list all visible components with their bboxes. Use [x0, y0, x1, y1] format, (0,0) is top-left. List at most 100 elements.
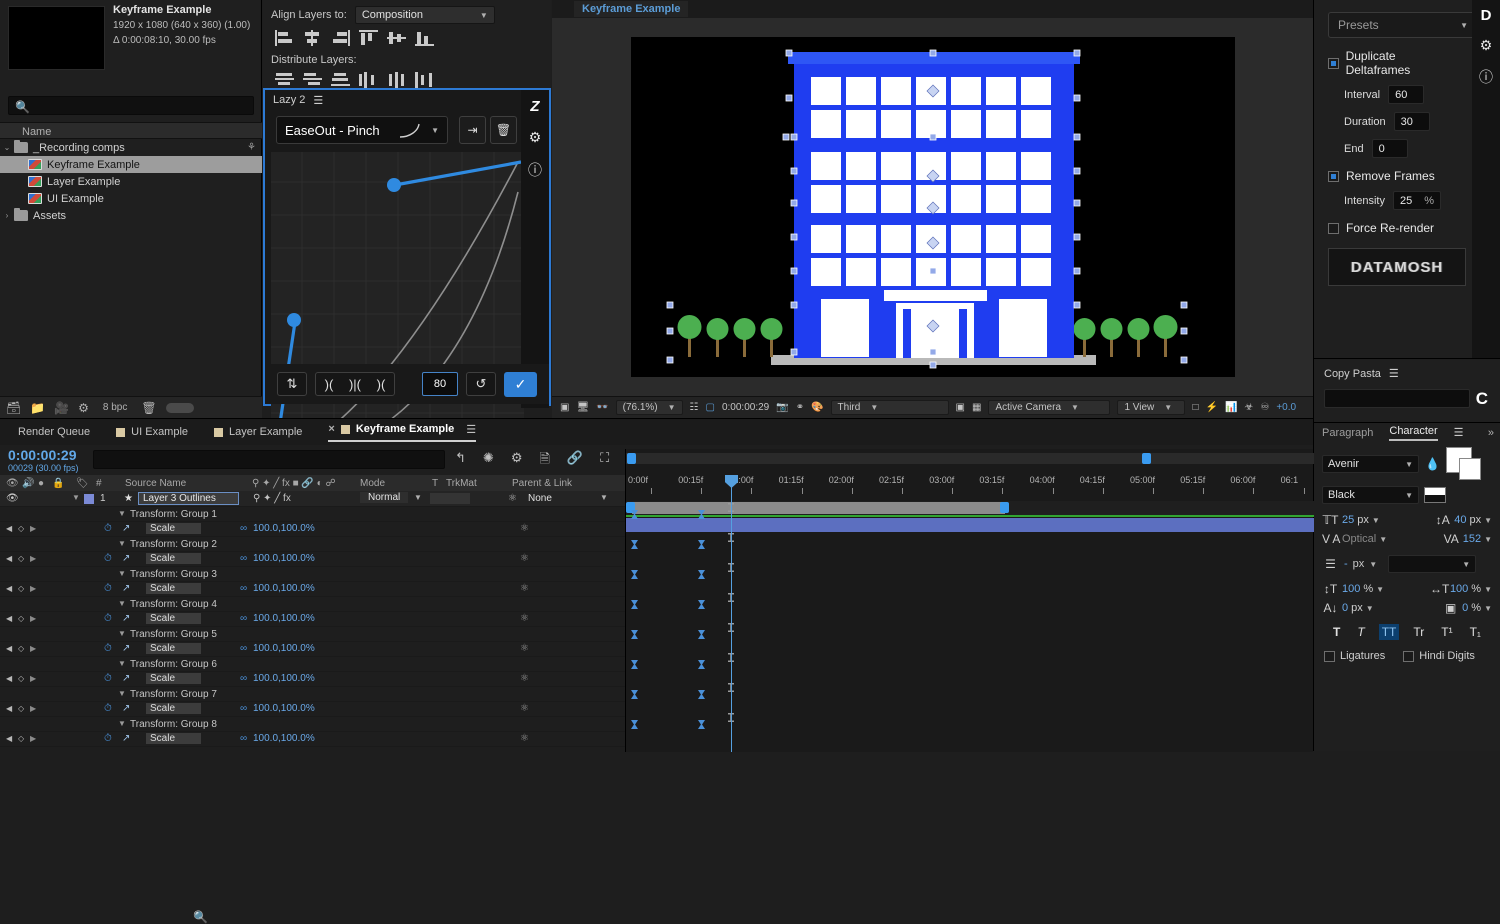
layer-name[interactable]: Layer 3 Outlines — [138, 492, 239, 505]
project-search-input[interactable]: 🔍 — [8, 96, 254, 115]
video-icon[interactable]: 👁 — [6, 478, 19, 489]
tracking-control[interactable]: VA 152 ▼ — [1443, 532, 1492, 546]
scale-property-row[interactable]: ◀◇▶⏱↗Scale∞100.0,100.0%⚛ — [0, 642, 625, 657]
twirl-icon[interactable]: ▼ — [118, 539, 126, 548]
property-value[interactable]: 100.0,100.0% — [253, 583, 315, 594]
style-small-caps-button[interactable]: Tr — [1410, 624, 1427, 640]
transform-group-row[interactable]: ▼Transform: Group 7 — [0, 687, 625, 702]
layer-row-1[interactable]: 👁 ▼ 1 ★ Layer 3 Outlines ⚲ ✦ ╱ fx Normal… — [0, 491, 625, 507]
keyframe-toggle-icon[interactable]: ◇ — [18, 644, 24, 653]
link-icon[interactable]: ∞ — [240, 673, 247, 684]
duplicate-deltaframes-row[interactable]: Duplicate Deltaframes — [1328, 49, 1458, 77]
stopwatch-icon[interactable]: ⏱ — [104, 733, 112, 744]
twirl-icon[interactable]: ▼ — [118, 629, 126, 638]
twirl-icon[interactable]: ▼ — [118, 599, 126, 608]
keyframe-toggle-icon[interactable]: ◇ — [18, 584, 24, 593]
grid-guides-icon[interactable]: ☷ — [690, 402, 699, 413]
vertical-scale-control[interactable]: ↕T 100 % ▼ — [1322, 582, 1384, 596]
gear-icon[interactable]: ⚙ — [529, 129, 542, 146]
duplicate-deltaframes-checkbox[interactable] — [1328, 58, 1339, 69]
twirl-icon[interactable]: ⌄ — [0, 143, 14, 152]
keyframe-marker[interactable] — [631, 630, 638, 639]
3d-glasses-icon[interactable]: 👓 — [596, 402, 608, 413]
ligatures-option[interactable]: Ligatures — [1324, 650, 1385, 662]
distribute-top-icon[interactable] — [275, 72, 294, 88]
main-viewer-icon[interactable]: 🖥 — [576, 402, 589, 413]
parent-pickwhip-icon[interactable]: ⚛ — [520, 673, 529, 684]
keyframe-marker[interactable] — [631, 720, 638, 729]
interval-input[interactable]: 60 — [1388, 85, 1424, 104]
project-settings-icon[interactable]: ⚙ — [78, 401, 89, 415]
apply-preset-button[interactable]: ⇥ — [459, 116, 486, 144]
keyframe-marker[interactable] — [698, 690, 705, 699]
property-name[interactable]: Scale — [146, 523, 201, 534]
fast-previews-icon[interactable]: ⚡ — [1205, 402, 1217, 413]
twirl-icon[interactable]: ▼ — [118, 659, 126, 668]
link-icon[interactable]: ∞ — [240, 703, 247, 714]
current-time-display[interactable]: 0:00:00:29 — [722, 402, 769, 413]
prev-keyframe-icon[interactable]: ◀ — [6, 584, 12, 593]
timeline-search-input[interactable]: 🔍 — [93, 450, 445, 469]
remove-frames-checkbox[interactable] — [1328, 171, 1339, 182]
force-rerender-checkbox[interactable] — [1328, 223, 1339, 234]
curves-icon[interactable]: ⛶ — [600, 450, 609, 472]
scale-property-row[interactable]: ◀◇▶⏱↗Scale∞100.0,100.0%⚛ — [0, 552, 625, 567]
timeline-tab-keyframe-example[interactable]: ×Keyframe Example☰ — [328, 423, 476, 442]
leading-control[interactable]: ↕A 40 px ▼ — [1434, 513, 1492, 527]
property-value[interactable]: 100.0,100.0% — [253, 733, 315, 744]
prev-keyframe-icon[interactable]: ◀ — [6, 674, 12, 683]
timeline-tab-render-queue[interactable]: Render Queue — [18, 426, 90, 438]
keyframe-toggle-icon[interactable]: ◇ — [18, 554, 24, 563]
property-value[interactable]: 100.0,100.0% — [253, 673, 315, 684]
prev-keyframe-icon[interactable]: ◀ — [6, 734, 12, 743]
swap-direction-button[interactable]: ⇅ — [277, 372, 307, 396]
reset-exposure-icon[interactable]: ♾ — [1260, 402, 1269, 413]
stopwatch-icon[interactable]: ⏱ — [104, 613, 112, 624]
project-item-layer-example[interactable]: Layer Example — [0, 173, 262, 190]
property-name[interactable]: Scale — [146, 733, 201, 744]
align-right-icon[interactable] — [331, 30, 350, 46]
tab-paragraph[interactable]: Paragraph — [1322, 427, 1373, 439]
copy-pasta-input[interactable] — [1324, 389, 1470, 408]
keyframe-marker[interactable] — [631, 690, 638, 699]
align-bottom-icon[interactable] — [415, 30, 434, 46]
region-icon[interactable]: ▣ — [956, 402, 965, 413]
style-superscript-button[interactable]: T¹ — [1438, 624, 1455, 640]
parent-pickwhip-icon[interactable]: ⚛ — [508, 493, 517, 504]
layer-trkmat[interactable] — [430, 493, 470, 504]
keyframe-toggle-icon[interactable]: ◇ — [18, 704, 24, 713]
keyframe-marker[interactable] — [698, 660, 705, 669]
lock-icon[interactable]: 🔒 — [52, 478, 64, 489]
font-family-select[interactable]: Avenir ▼ — [1322, 455, 1419, 473]
transform-group-row[interactable]: ▼Transform: Group 8 — [0, 717, 625, 732]
layer-label-color[interactable] — [84, 494, 94, 504]
solo-icon[interactable]: ● — [38, 478, 44, 489]
keyframe-marker[interactable] — [698, 540, 705, 549]
duration-input[interactable]: 30 — [1394, 112, 1430, 131]
eyedropper-icon[interactable]: 💧 — [1424, 457, 1441, 471]
keyframe-marker[interactable] — [698, 570, 705, 579]
next-keyframe-icon[interactable]: ▶ — [30, 644, 36, 653]
always-preview-icon[interactable]: ▣ — [560, 402, 569, 413]
transparency-grid-icon[interactable]: ▦ — [972, 402, 981, 413]
camera-select[interactable]: Active Camera ▼ — [988, 400, 1110, 415]
keyframe-toggle-icon[interactable]: ◇ — [18, 674, 24, 683]
panel-menu-icon[interactable]: ☰ — [1389, 367, 1399, 380]
project-scrollbar[interactable] — [166, 403, 194, 413]
panel-menu-icon[interactable]: ☰ — [1454, 426, 1464, 439]
align-center-h-icon[interactable] — [303, 30, 322, 46]
panel-menu-icon[interactable]: ☰ — [466, 423, 476, 436]
expand-icon[interactable]: » — [1488, 427, 1500, 439]
distribute-horizontal-center-icon[interactable] — [387, 72, 406, 88]
tab-character[interactable]: Character — [1389, 425, 1437, 441]
view-layout-select[interactable]: 1 View ▼ — [1117, 400, 1185, 415]
keyframe-toggle-icon[interactable]: ◇ — [18, 734, 24, 743]
label-icon[interactable]: 🏷 — [76, 478, 89, 489]
end-input[interactable]: 0 — [1372, 139, 1408, 158]
transform-group-row[interactable]: ▼Transform: Group 4 — [0, 597, 625, 612]
prev-keyframe-icon[interactable]: ◀ — [6, 644, 12, 653]
kerning-control[interactable]: V A Optical ▼ — [1322, 532, 1387, 546]
keyframe-marker[interactable] — [631, 660, 638, 669]
timeline-tab-ui-example[interactable]: UI Example — [116, 426, 188, 438]
reset-button[interactable]: ↺ — [466, 372, 496, 396]
